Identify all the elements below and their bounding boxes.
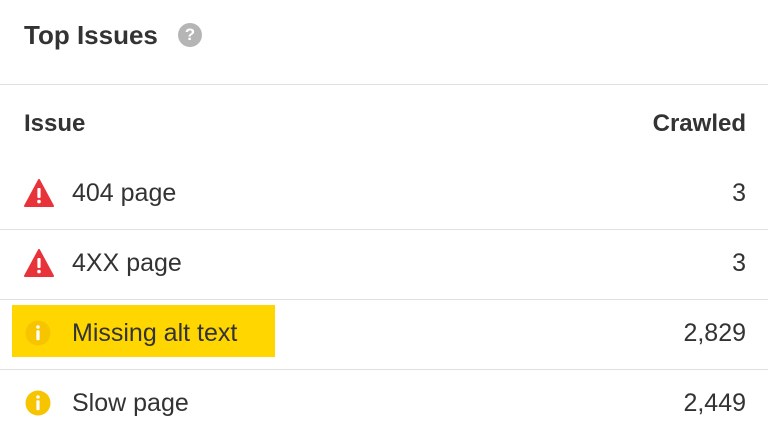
table-header: Issue Crawled [0, 85, 768, 157]
issue-link[interactable]: Missing alt text [72, 317, 237, 349]
info-circle-icon [25, 320, 51, 346]
column-header-issue: Issue [24, 110, 86, 137]
table-row: 4XX page 3 [0, 229, 768, 300]
panel-title: Top Issues [24, 20, 158, 50]
column-header-crawled[interactable]: Crawled [653, 109, 746, 139]
crawled-count: 2,449 [683, 389, 746, 417]
table-row: Slow page 2,449 [0, 369, 768, 439]
issue-link[interactable]: 404 page [72, 177, 176, 209]
info-circle-icon [25, 390, 51, 416]
issue-link[interactable]: Slow page [72, 387, 189, 419]
warning-triangle-icon [24, 249, 54, 277]
crawled-count: 3 [732, 179, 746, 207]
top-issues-panel: Top Issues ? Issue Crawled 404 page 3 4X… [0, 0, 768, 436]
panel-header: Top Issues ? [0, 0, 768, 85]
warning-triangle-icon [24, 179, 54, 207]
issue-link[interactable]: 4XX page [72, 247, 182, 279]
table-row: Missing alt text 2,829 [0, 299, 768, 370]
table-row: 404 page 3 [0, 159, 768, 230]
crawled-count: 3 [732, 249, 746, 277]
help-icon[interactable]: ? [178, 23, 202, 47]
crawled-count: 2,829 [683, 319, 746, 347]
